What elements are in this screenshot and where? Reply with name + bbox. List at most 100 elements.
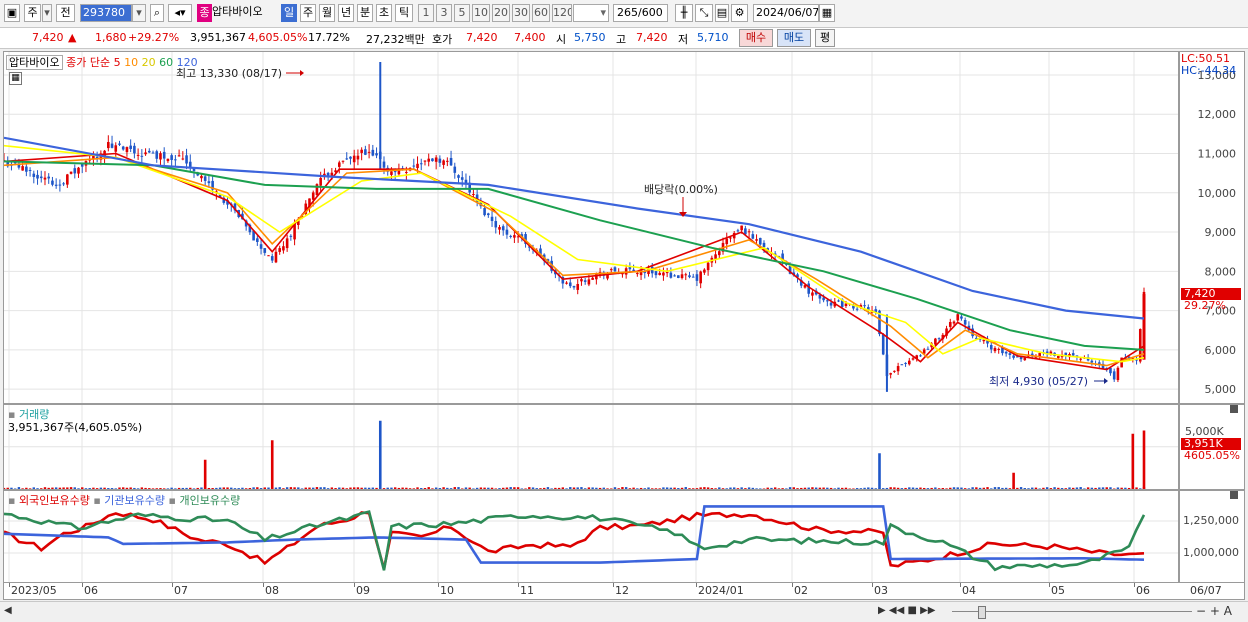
- candle-body: [275, 252, 278, 263]
- y-tick-label: 6,000: [1205, 344, 1237, 357]
- period-prev-button[interactable]: 전: [56, 4, 75, 22]
- volume-bar: [815, 488, 817, 489]
- volume-bar: [1139, 488, 1141, 489]
- tf-month-button[interactable]: 월: [319, 4, 335, 22]
- volume-bar: [513, 487, 515, 489]
- interval-30-button[interactable]: 30: [512, 4, 530, 22]
- tf-minute-button[interactable]: 분: [357, 4, 373, 22]
- candle-body: [565, 283, 568, 284]
- volume-bar: [699, 487, 701, 489]
- playback-controls[interactable]: ▶ ◀◀ ■ ▶▶: [878, 605, 936, 616]
- volume-bar: [33, 487, 35, 489]
- volume-bar: [834, 488, 836, 489]
- interval-select[interactable]: ▾: [573, 4, 609, 22]
- volume-bar: [215, 488, 217, 489]
- count-input[interactable]: 265: [613, 4, 639, 22]
- chevron-down-icon[interactable]: ▾: [42, 4, 52, 22]
- tf-second-button[interactable]: 초: [376, 4, 392, 22]
- price-legend: 압타바이오 종가 단순 5 10 20 60 120: [6, 54, 198, 70]
- volume-bar: [532, 487, 534, 489]
- sell-button[interactable]: 매도: [777, 29, 811, 47]
- tf-year-button[interactable]: 년: [338, 4, 354, 22]
- candle-body: [21, 166, 24, 170]
- date-input[interactable]: 2024/06/07: [753, 4, 819, 22]
- volume-bar: [100, 488, 102, 489]
- candle-body: [163, 152, 166, 159]
- volume-bar: [439, 488, 441, 489]
- x-tick: [9, 583, 10, 587]
- calendar-icon[interactable]: ▦: [819, 4, 835, 22]
- window-menu-icon[interactable]: ▣: [4, 4, 20, 22]
- volume-bar: [360, 488, 362, 489]
- volume-bar: [431, 488, 433, 489]
- y-tick-label: 5,000: [1205, 383, 1237, 396]
- tf-day-button[interactable]: 일: [281, 4, 297, 22]
- volume-bar: [774, 487, 776, 489]
- volume-bar: [1024, 488, 1026, 489]
- zoom-controls[interactable]: − + A: [1196, 604, 1232, 618]
- volume-bar: [1046, 487, 1048, 489]
- candle-body: [364, 149, 367, 155]
- volume-bar: [629, 488, 631, 489]
- candle-body: [759, 238, 762, 245]
- volume-panel[interactable]: ▪ 거래량 3,951,367주(4,605.05%): [3, 404, 1179, 490]
- flow-panel[interactable]: ▪ 외국인보유수량 ▪ 기관보유수량 ▪ 개인보유수량: [3, 490, 1179, 583]
- volume-bar: [1009, 488, 1011, 489]
- drawing-tool-icon[interactable]: ⤡: [695, 4, 713, 22]
- panel-close-icon[interactable]: [1230, 405, 1238, 413]
- code-dropdown-icon[interactable]: ▾: [132, 4, 146, 22]
- volume-bar: [346, 488, 348, 489]
- candle-body: [353, 156, 356, 163]
- volume-bar: [949, 488, 951, 489]
- low-marker-text: 최저 4,930 (05/27): [989, 375, 1088, 388]
- volume-bar: [1053, 487, 1055, 489]
- tf-week-button[interactable]: 주: [300, 4, 316, 22]
- volume-bar: [1042, 488, 1044, 489]
- buy-button[interactable]: 매수: [739, 29, 773, 47]
- volume-bar: [383, 488, 385, 489]
- candle-body: [655, 271, 658, 275]
- volume-spike-bar: [878, 453, 881, 489]
- stock-code-input[interactable]: 293780: [80, 4, 132, 22]
- interval-3-button[interactable]: 3: [436, 4, 452, 22]
- volume-bar: [789, 487, 791, 489]
- speaker-icon[interactable]: ◂▾: [168, 4, 192, 22]
- candle-body: [1023, 358, 1026, 360]
- volume-bar: [614, 487, 616, 489]
- volume-bar: [55, 487, 57, 489]
- candle-body: [457, 175, 460, 178]
- panel-close-icon-2[interactable]: [1230, 491, 1238, 499]
- interval-5-button[interactable]: 5: [454, 4, 470, 22]
- interval-10-button[interactable]: 10: [472, 4, 490, 22]
- gear-icon[interactable]: ⚙: [731, 4, 748, 22]
- low-price: 5,710: [697, 31, 729, 44]
- candle-body: [47, 177, 50, 179]
- interval-20-button[interactable]: 20: [492, 4, 510, 22]
- volume-bar: [357, 487, 359, 489]
- interval-1-button[interactable]: 1: [418, 4, 434, 22]
- scroll-left-icon[interactable]: ◀: [4, 605, 12, 616]
- volume-bar: [126, 488, 128, 489]
- price-panel[interactable]: 최고 13,330 (08/17)배당락(0.00%)최저 4,930 (05/…: [3, 51, 1179, 404]
- volume-bar: [632, 488, 634, 489]
- volume-bar: [88, 488, 90, 489]
- candle-type-icon[interactable]: ╫: [675, 4, 693, 22]
- hoga-label: 호가: [432, 31, 452, 47]
- avg-button[interactable]: 평: [815, 29, 835, 47]
- save-icon[interactable]: ▤: [715, 4, 729, 22]
- tf-tick-button[interactable]: 틱: [395, 4, 413, 22]
- search-icon[interactable]: ⌕: [150, 4, 164, 22]
- volume-bar: [826, 488, 828, 489]
- volume-bar: [770, 488, 772, 489]
- zoom-slider-track[interactable]: [952, 611, 1192, 612]
- table-toggle-icon[interactable]: ▦: [9, 72, 22, 85]
- candle-body: [122, 147, 125, 150]
- volume-bar: [96, 488, 98, 489]
- interval-120-button[interactable]: 120: [552, 4, 572, 22]
- zoom-slider-thumb[interactable]: [978, 606, 986, 619]
- interval-60-button[interactable]: 60: [532, 4, 550, 22]
- candle-body: [129, 146, 132, 149]
- volume-bar: [66, 487, 68, 489]
- volume-bar: [36, 488, 38, 489]
- period-week-button[interactable]: 주: [24, 4, 41, 22]
